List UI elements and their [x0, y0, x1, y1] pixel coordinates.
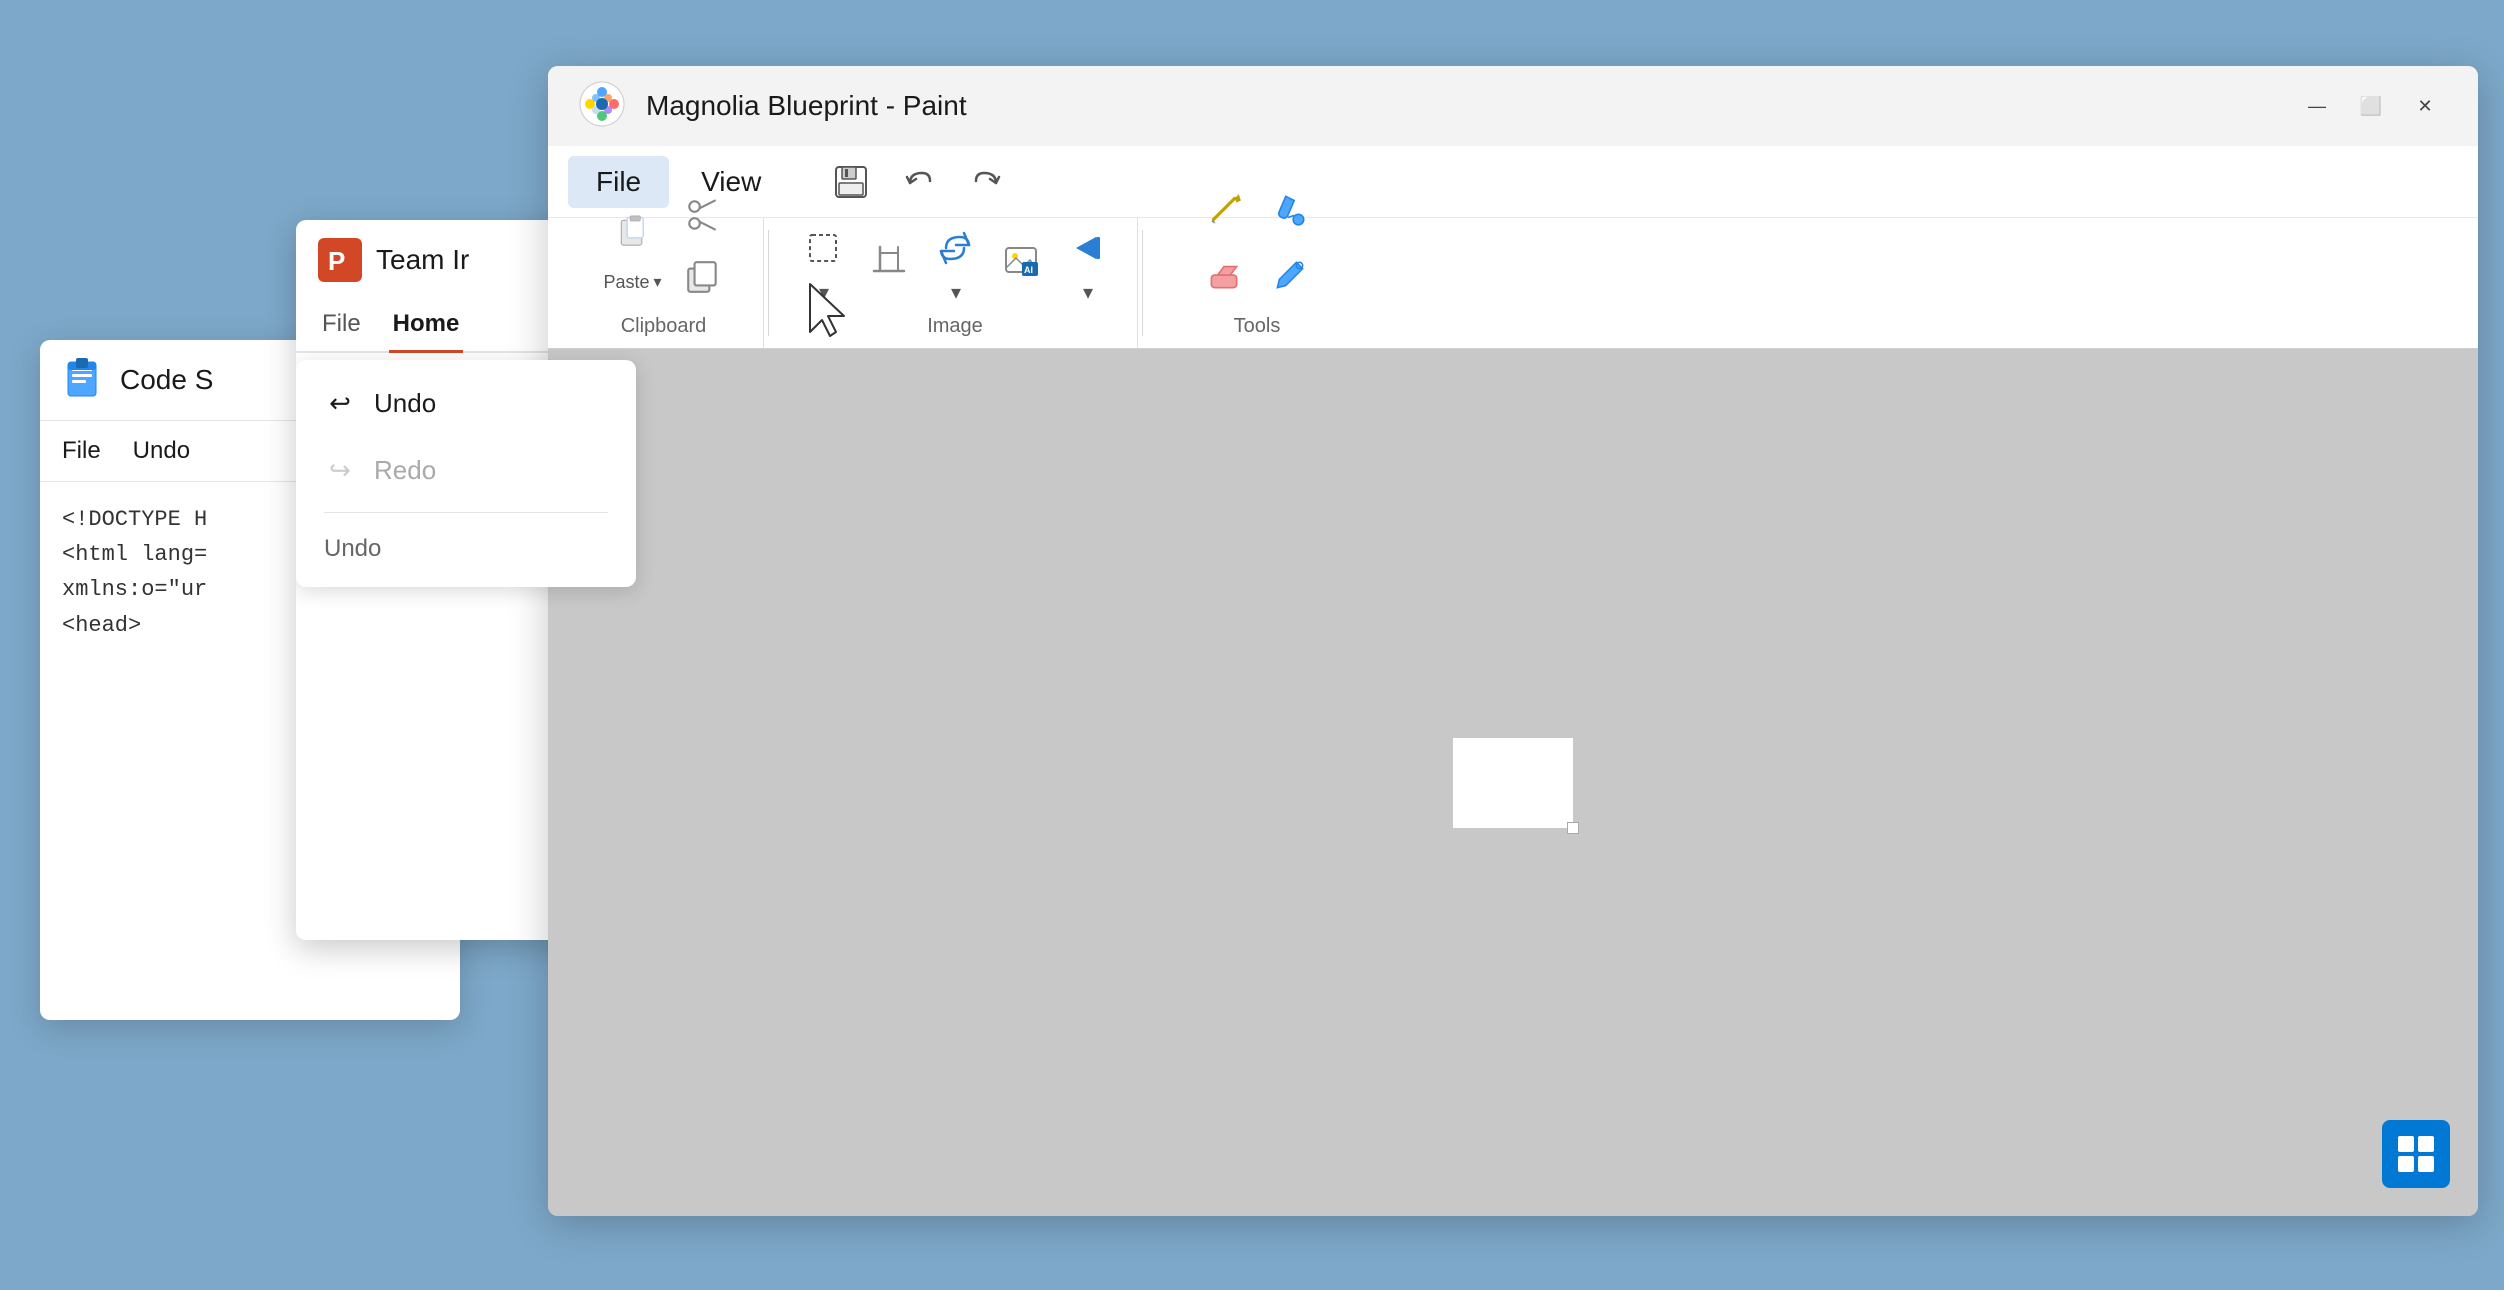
canvas-resize-handle[interactable]	[1567, 822, 1579, 834]
paste-button[interactable]	[597, 196, 669, 268]
clipboard-icons: Paste ▾	[597, 183, 731, 305]
redo-icon: ↪	[324, 455, 356, 486]
dropdown-separator	[324, 512, 608, 513]
windows-button[interactable]	[2382, 1120, 2450, 1188]
paint-canvas-area[interactable]	[548, 349, 2478, 1216]
grid-cell-3	[2398, 1156, 2414, 1172]
quickaccess-save[interactable]	[821, 156, 881, 208]
grid-cell-4	[2418, 1156, 2434, 1172]
paint-ribbon: File View	[548, 146, 2478, 349]
maximize-button[interactable]: ⬜	[2346, 88, 2396, 124]
pencil-button[interactable]	[1194, 179, 1254, 239]
tools-icons	[1194, 179, 1320, 305]
toolbar-tools-section: Tools	[1147, 218, 1367, 348]
paste-label: Paste	[603, 272, 649, 293]
code-editor-title: Code S	[120, 364, 213, 396]
redo-label: Redo	[374, 455, 436, 486]
svg-text:P: P	[328, 246, 345, 276]
eraser-button[interactable]	[1194, 245, 1254, 305]
code-menu-file[interactable]: File	[62, 437, 101, 465]
ppt-tab-file[interactable]: File	[318, 300, 365, 353]
tools-label: Tools	[1234, 315, 1281, 338]
paint-quickaccess	[821, 156, 1017, 208]
image-icons: ▾	[793, 218, 1117, 305]
dropdown-undo[interactable]: ↩ Undo	[296, 370, 636, 437]
ppt-app-icon: P	[318, 238, 362, 282]
fill-chevron[interactable]: ▾	[1083, 280, 1093, 305]
desktop: Code S File Undo <!DOCTYPE H <html lang=…	[0, 0, 2504, 1290]
paint-toolbar: Paste ▾	[548, 218, 2478, 348]
undo-label: Undo	[374, 388, 436, 419]
dropdown-redo[interactable]: ↪ Redo	[296, 437, 636, 504]
svg-text:AI: AI	[1024, 265, 1033, 275]
fill-bucket-button[interactable]	[1260, 179, 1320, 239]
minimize-button[interactable]: —	[2292, 88, 2342, 124]
ai-image-button[interactable]: AI	[991, 231, 1051, 291]
undo-icon: ↩	[324, 388, 356, 419]
code-editor-icon	[62, 358, 106, 402]
quickaccess-undo[interactable]	[889, 156, 949, 208]
code-menu-edit[interactable]: Undo	[133, 437, 190, 465]
quickaccess-redo[interactable]	[957, 156, 1017, 208]
paint-app-icon	[576, 78, 628, 135]
paint-window-controls: — ⬜ ✕	[2292, 88, 2450, 124]
cut-button[interactable]	[675, 187, 731, 243]
rotate-button[interactable]	[925, 218, 985, 278]
image-label: Image	[927, 315, 983, 338]
rotate-chevron[interactable]: ▾	[951, 280, 961, 305]
close-button[interactable]: ✕	[2400, 88, 2450, 124]
fill-button[interactable]	[1057, 218, 1117, 278]
crop-button[interactable]	[859, 232, 919, 292]
paint-window: Magnolia Blueprint - Paint — ⬜ ✕ File Vi…	[548, 66, 2478, 1216]
select-chevron[interactable]: ▾	[819, 280, 829, 305]
copy-button[interactable]	[675, 249, 731, 305]
select-button[interactable]	[793, 218, 853, 278]
clipboard-label: Clipboard	[621, 315, 707, 338]
ppt-tab-home[interactable]: Home	[389, 300, 464, 353]
grid-cell-2	[2418, 1136, 2434, 1152]
toolbar-image-section: ▾	[773, 218, 1138, 348]
windows-grid-icon	[2398, 1136, 2434, 1172]
sep-2	[1142, 230, 1143, 336]
paint-canvas[interactable]	[1453, 738, 1573, 828]
dropdown-footer: Undo	[296, 521, 636, 577]
ppt-title: Team Ir	[376, 244, 469, 276]
paint-menu-bar: File View	[548, 146, 2478, 218]
eyedropper-button[interactable]	[1260, 245, 1320, 305]
grid-cell-1	[2398, 1136, 2414, 1152]
paste-chevron[interactable]: ▾	[654, 272, 662, 292]
paint-title: Magnolia Blueprint - Paint	[646, 90, 2274, 122]
ppt-undo-dropdown: ↩ Undo ↪ Redo Undo	[296, 360, 636, 587]
toolbar-clipboard-section: Paste ▾	[564, 218, 764, 348]
paint-titlebar: Magnolia Blueprint - Paint — ⬜ ✕	[548, 66, 2478, 146]
sep-1	[768, 230, 769, 336]
